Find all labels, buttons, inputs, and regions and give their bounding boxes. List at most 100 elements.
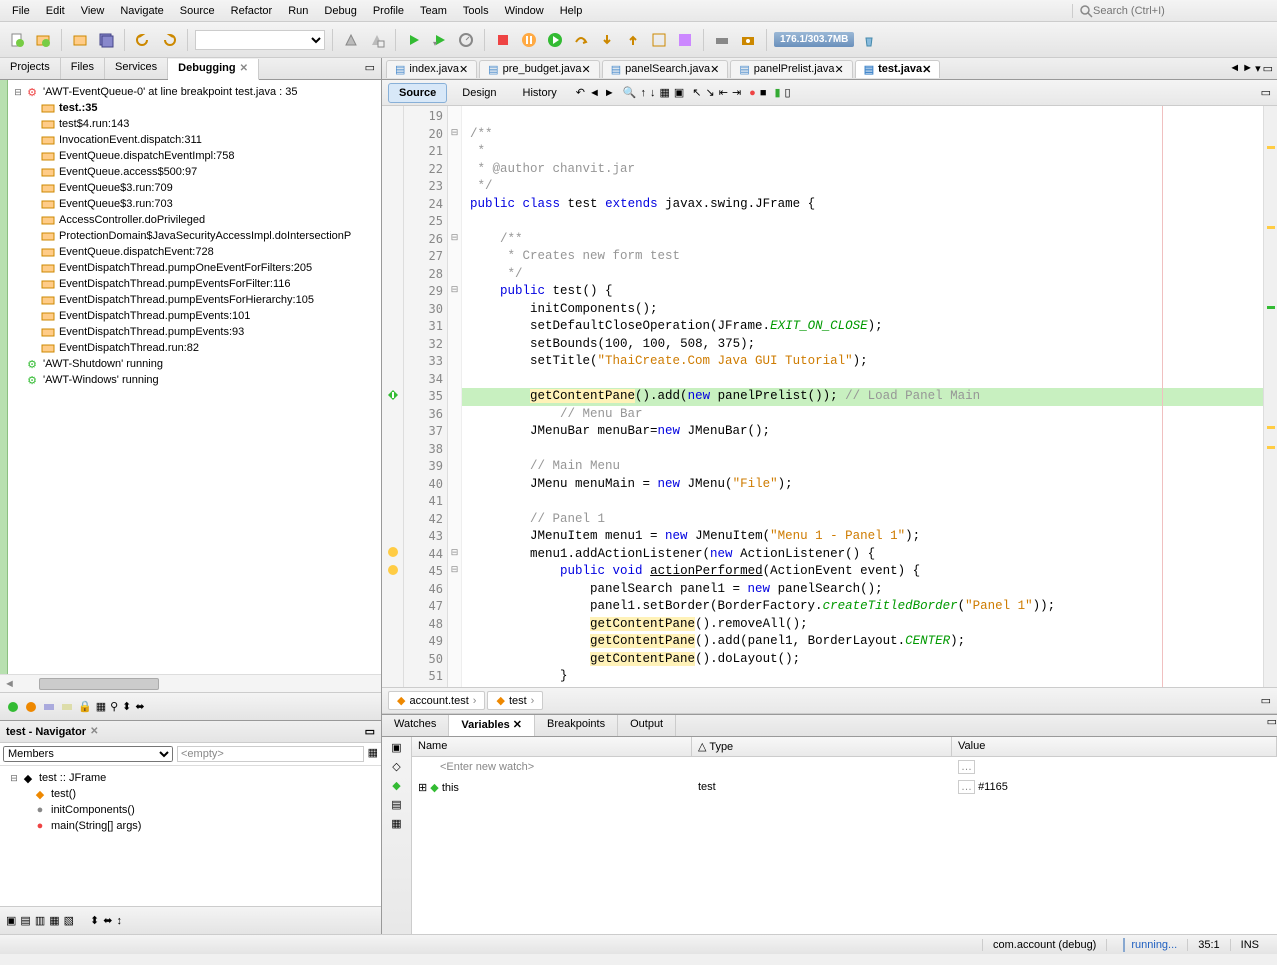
back-button[interactable]: ◄ xyxy=(589,87,600,99)
stack-frame[interactable]: EventDispatchThread.pumpEvents:93 xyxy=(8,324,381,340)
new-watch-input[interactable]: <Enter new watch> xyxy=(412,759,692,775)
stack-frame[interactable]: InvocationEvent.dispatch:311 xyxy=(8,132,381,148)
scroll-left-button[interactable]: ◄ xyxy=(1229,62,1240,75)
scroll-right-button[interactable]: ► xyxy=(1242,62,1253,75)
stack-frame[interactable]: EventDispatchThread.run:82 xyxy=(8,340,381,356)
last-edit-button[interactable]: ↶ xyxy=(576,86,585,99)
stack-frame[interactable]: AccessController.doPrivileged xyxy=(8,212,381,228)
stop-button[interactable] xyxy=(492,29,514,51)
debug-call-stack[interactable]: ⊟⚙'AWT-EventQueue-0' at line breakpoint … xyxy=(8,80,381,674)
breadcrumb-method[interactable]: ◆test› xyxy=(487,691,543,710)
filter-options-button[interactable]: ▦ xyxy=(368,746,378,762)
make-current-button[interactable] xyxy=(42,700,56,714)
editor-tab[interactable]: ▤index.java✕ xyxy=(386,60,477,78)
col-type[interactable]: △ Type xyxy=(692,737,952,756)
menu-help[interactable]: Help xyxy=(552,3,591,19)
stack-frame[interactable]: ProtectionDomain$JavaSecurityAccessImpl.… xyxy=(8,228,381,244)
open-button[interactable] xyxy=(69,29,91,51)
close-icon[interactable]: ✕ xyxy=(513,719,522,731)
show-deadlock-button[interactable]: ⚲ xyxy=(110,700,118,713)
show-value-button[interactable]: ▤ xyxy=(391,798,401,811)
expand-icon[interactable]: ⊞ xyxy=(418,782,427,794)
close-icon[interactable]: ✕ xyxy=(240,63,248,74)
new-file-button[interactable] xyxy=(6,29,28,51)
suspend-thread-button[interactable] xyxy=(24,700,38,714)
toggle-highlight-button[interactable]: ▦ xyxy=(659,86,669,99)
menu-profile[interactable]: Profile xyxy=(365,3,412,19)
nav-filter-1[interactable]: ▣ xyxy=(6,914,16,927)
nav-filter-5[interactable]: ▧ xyxy=(64,914,74,927)
show-watches-button[interactable]: ▣ xyxy=(391,741,401,754)
design-mode-button[interactable]: Design xyxy=(451,83,507,103)
close-icon[interactable]: ✕ xyxy=(834,63,843,76)
memory-indicator[interactable]: 176.1/303.7MB xyxy=(774,32,854,47)
shift-left-button[interactable]: ⇤ xyxy=(719,86,728,99)
find-selection-button[interactable]: 🔍 xyxy=(623,86,637,99)
step-out-button[interactable] xyxy=(622,29,644,51)
editor-tab[interactable]: ▤panelPrelist.java✕ xyxy=(730,60,852,78)
show-list-button[interactable]: ▦ xyxy=(391,817,401,830)
tabs-dropdown-button[interactable]: ▾ xyxy=(1255,62,1261,75)
close-icon[interactable]: ✕ xyxy=(581,63,590,76)
nav-sort-3[interactable]: ↕ xyxy=(116,915,122,927)
menu-navigate[interactable]: Navigate xyxy=(112,3,171,19)
continue-button[interactable] xyxy=(544,29,566,51)
run-to-cursor-button[interactable] xyxy=(648,29,670,51)
close-icon[interactable]: ✕ xyxy=(710,63,719,76)
minimize-button[interactable]: ▭ xyxy=(1267,715,1277,736)
line-number-gutter[interactable]: 1920212223242526272829303132333435363738… xyxy=(404,106,448,687)
minimize-button[interactable]: ▭ xyxy=(359,58,381,79)
tab-files[interactable]: Files xyxy=(61,58,105,79)
undo-button[interactable] xyxy=(132,29,154,51)
new-project-button[interactable] xyxy=(32,29,54,51)
col-value[interactable]: Value xyxy=(952,737,1277,756)
tab-debugging[interactable]: Debugging✕ xyxy=(168,59,259,80)
menu-edit[interactable]: Edit xyxy=(38,3,73,19)
stack-frame[interactable]: EventDispatchThread.pumpEventsForFilter:… xyxy=(8,276,381,292)
save-all-button[interactable] xyxy=(95,29,117,51)
pop-frame-button[interactable] xyxy=(60,700,74,714)
menu-tools[interactable]: Tools xyxy=(455,3,497,19)
minimize-button[interactable]: ▭ xyxy=(365,725,375,738)
start-macro-button[interactable]: ● xyxy=(749,87,756,99)
close-icon[interactable]: ✕ xyxy=(922,63,931,76)
stop-macro-button[interactable]: ■ xyxy=(760,87,767,99)
debug-thread-root[interactable]: ⊟⚙'AWT-EventQueue-0' at line breakpoint … xyxy=(8,84,381,100)
debug-thread[interactable]: ⚙'AWT-Windows' running xyxy=(8,372,381,388)
stack-frame[interactable]: EventQueue.dispatchEvent:728 xyxy=(8,244,381,260)
tab-services[interactable]: Services xyxy=(105,58,168,79)
tab-output[interactable]: Output xyxy=(618,715,676,736)
variable-row[interactable]: ⊞ ◆ this test … #1165 xyxy=(412,777,1277,797)
tab-breakpoints[interactable]: Breakpoints xyxy=(535,715,618,736)
nav-filter-3[interactable]: ▥ xyxy=(35,914,45,927)
forward-button[interactable]: ► xyxy=(604,87,615,99)
debug-button[interactable]: ▾ xyxy=(429,29,451,51)
comment-button[interactable]: ▮ xyxy=(774,86,780,99)
editor-area[interactable]: 1920212223242526272829303132333435363738… xyxy=(382,106,1277,687)
threads-button[interactable]: ⬍ xyxy=(122,700,131,713)
gc-button[interactable] xyxy=(858,29,880,51)
nav-filter-2[interactable]: ▤ xyxy=(20,914,30,927)
tab-projects[interactable]: Projects xyxy=(0,58,61,79)
next-bookmark-button[interactable]: ↘ xyxy=(706,86,715,99)
clean-build-button[interactable] xyxy=(366,29,388,51)
nav-filter-4[interactable]: ▦ xyxy=(49,914,59,927)
nav-sort-1[interactable]: ⬍ xyxy=(90,914,99,927)
breakpoint-gutter[interactable] xyxy=(382,106,404,687)
close-icon[interactable]: ✕ xyxy=(90,726,98,737)
breadcrumb-class[interactable]: ◆account.test› xyxy=(388,691,485,710)
stack-frame[interactable]: EventQueue.access$500:97 xyxy=(8,164,381,180)
split-button[interactable]: ▭ xyxy=(1261,86,1271,99)
menu-run[interactable]: Run xyxy=(280,3,316,19)
show-evaluator-button[interactable]: ◆ xyxy=(392,779,400,792)
stack-frame[interactable]: EventDispatchThread.pumpEventsForHierarc… xyxy=(8,292,381,308)
stack-frame[interactable]: EventQueue.dispatchEventImpl:758 xyxy=(8,148,381,164)
status-ins[interactable]: INS xyxy=(1230,939,1269,951)
editor-tab[interactable]: ▤test.java✕ xyxy=(855,60,941,78)
breadcrumb-close-button[interactable]: ▭ xyxy=(1261,694,1271,707)
close-icon[interactable]: ✕ xyxy=(459,63,468,76)
step-over-button[interactable] xyxy=(570,29,592,51)
find-prev-button[interactable]: ↑ xyxy=(640,87,646,99)
horizontal-scrollbar[interactable]: ◄ xyxy=(0,674,381,692)
pause-button[interactable] xyxy=(518,29,540,51)
